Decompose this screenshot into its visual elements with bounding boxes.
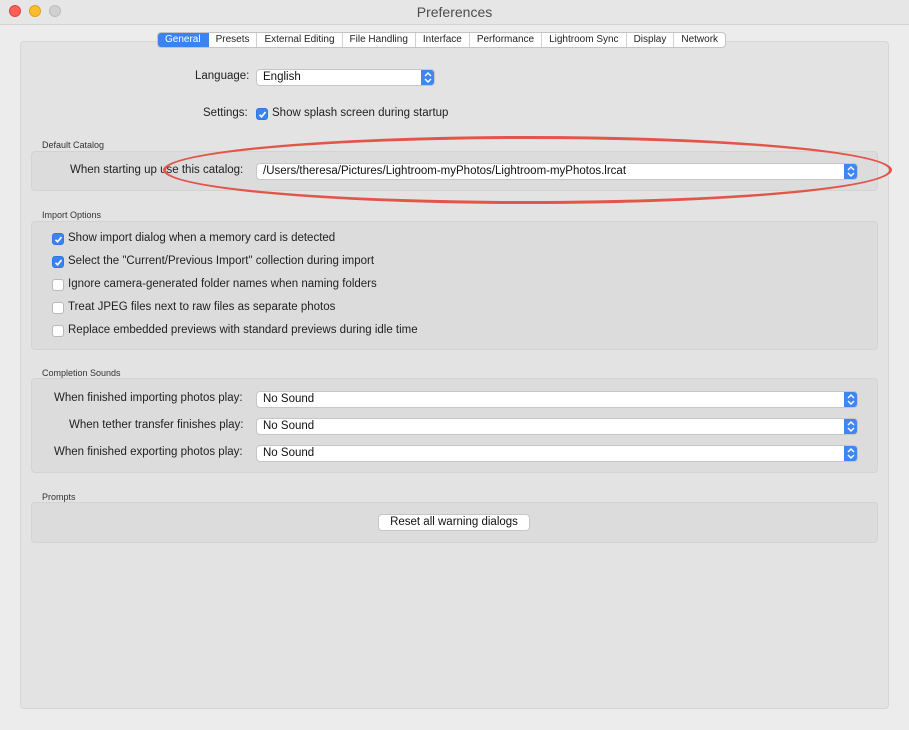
tab-lightroom-sync[interactable]: Lightroom Sync xyxy=(542,33,627,47)
updown-arrows-icon xyxy=(844,446,857,461)
window-title: Preferences xyxy=(416,4,493,20)
language-select[interactable]: English xyxy=(256,69,435,86)
updown-arrows-icon xyxy=(844,392,857,407)
tab-external-editing[interactable]: External Editing xyxy=(257,33,343,47)
updown-arrows-icon xyxy=(421,70,434,85)
import-dialog-checkbox[interactable] xyxy=(52,233,64,245)
tether-sound-label: When tether transfer finishes play: xyxy=(69,419,244,431)
splash-screen-label: Show splash screen during startup xyxy=(272,107,449,119)
ignore-folder-names-checkbox[interactable] xyxy=(52,279,64,291)
tether-sound-value: No Sound xyxy=(263,420,315,432)
select-current-import-label: Select the "Current/Previous Import" col… xyxy=(68,255,375,267)
preferences-panel xyxy=(20,41,889,709)
catalog-select[interactable]: /Users/theresa/Pictures/Lightroom-myPhot… xyxy=(256,163,858,180)
prompts-title: Prompts xyxy=(42,492,76,502)
tab-display[interactable]: Display xyxy=(627,33,675,47)
language-value: English xyxy=(263,71,301,83)
settings-label: Settings: xyxy=(203,107,248,119)
completion-sounds-title: Completion Sounds xyxy=(42,368,121,378)
import-dialog-label: Show import dialog when a memory card is… xyxy=(68,232,336,244)
export-sound-select[interactable]: No Sound xyxy=(256,445,858,462)
treat-jpeg-separate-label: Treat JPEG files next to raw files as se… xyxy=(68,301,336,313)
tab-bar: General Presets External Editing File Ha… xyxy=(157,32,727,48)
language-label: Language: xyxy=(195,70,250,82)
updown-arrows-icon xyxy=(844,419,857,434)
replace-previews-label: Replace embedded previews with standard … xyxy=(68,324,418,336)
export-sound-value: No Sound xyxy=(263,447,315,459)
tab-general[interactable]: General xyxy=(158,33,209,47)
ignore-folder-names-label: Ignore camera-generated folder names whe… xyxy=(68,278,377,290)
select-current-import-checkbox[interactable] xyxy=(52,256,64,268)
tether-sound-select[interactable]: No Sound xyxy=(256,418,858,435)
tab-file-handling[interactable]: File Handling xyxy=(343,33,416,47)
treat-jpeg-separate-checkbox[interactable] xyxy=(52,302,64,314)
reset-warning-dialogs-button[interactable]: Reset all warning dialogs xyxy=(378,514,530,531)
tab-network[interactable]: Network xyxy=(674,33,725,47)
export-sound-label: When finished exporting photos play: xyxy=(54,446,243,458)
splash-screen-checkbox[interactable] xyxy=(256,108,268,120)
tab-performance[interactable]: Performance xyxy=(470,33,543,47)
updown-arrows-icon xyxy=(844,164,857,179)
tab-presets[interactable]: Presets xyxy=(209,33,258,47)
import-sound-select[interactable]: No Sound xyxy=(256,391,858,408)
catalog-value: /Users/theresa/Pictures/Lightroom-myPhot… xyxy=(263,165,627,177)
default-catalog-title: Default Catalog xyxy=(42,140,105,150)
import-sound-label: When finished importing photos play: xyxy=(54,392,243,404)
catalog-label: When starting up use this catalog: xyxy=(70,164,244,176)
import-sound-value: No Sound xyxy=(263,393,315,405)
tab-interface[interactable]: Interface xyxy=(416,33,470,47)
replace-previews-checkbox[interactable] xyxy=(52,325,64,337)
title-bar: Preferences xyxy=(0,0,909,25)
import-options-title: Import Options xyxy=(42,210,102,220)
